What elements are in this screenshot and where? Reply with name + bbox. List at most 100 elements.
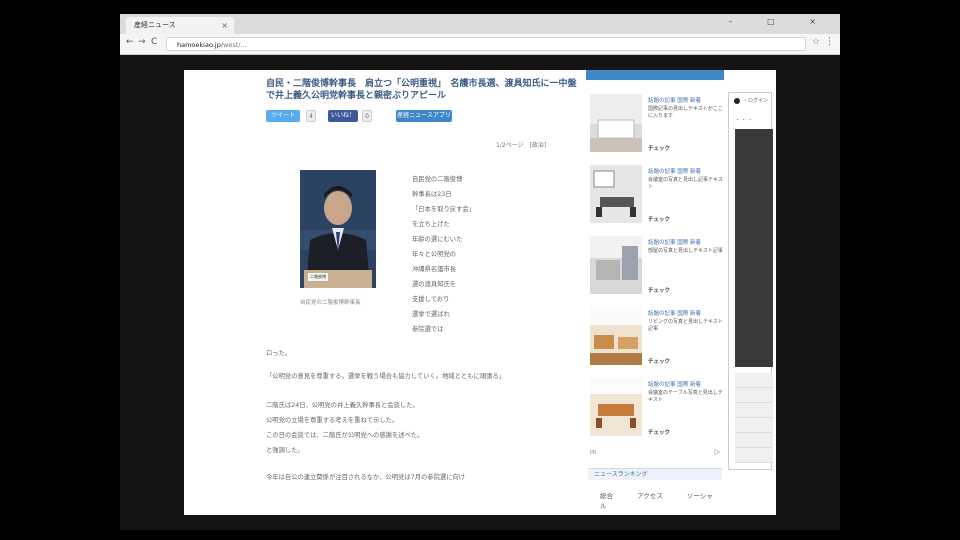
panel-row[interactable] bbox=[735, 433, 773, 448]
body-line: 二階氏は24日、公明党の井上義久幹事長と会談した。 bbox=[266, 402, 419, 409]
panel-row[interactable] bbox=[735, 418, 773, 433]
news-cta: チェック bbox=[648, 430, 671, 436]
news-title: 会議室のテーブル写真と見出しテキスト bbox=[648, 390, 723, 403]
ad-info-icon[interactable]: ▷ bbox=[715, 448, 720, 456]
body-line: と強調した。 bbox=[266, 447, 304, 454]
news-cta: チェック bbox=[648, 359, 671, 365]
article-body-main: ロった。 「公明党の意見を尊重する。選挙を戦う場合も協力していく。地域とともに頑… bbox=[266, 346, 580, 485]
body-line: 支援しており bbox=[412, 296, 450, 303]
news-title: リビングの写真と見出しテキスト記事 bbox=[648, 319, 723, 332]
sidebar-news-item[interactable]: 話題の記事 国際 新着 会議室のテーブル写真と見出しテキスト チェック bbox=[590, 378, 724, 440]
news-cta: チェック bbox=[648, 146, 671, 152]
body-line: 参院選では bbox=[412, 326, 444, 333]
like-button[interactable]: いいね！ bbox=[328, 110, 358, 122]
panel-row[interactable] bbox=[735, 448, 773, 463]
body-line: 公明党の立場を尊重する考えを重ねて示した。 bbox=[266, 417, 399, 424]
back-icon[interactable]: ← bbox=[126, 37, 134, 47]
news-title: 国際記事の見出しテキストがここに入ります bbox=[648, 106, 723, 119]
news-category: 話題の記事 国際 新着 bbox=[648, 169, 701, 175]
sidebar-news-item[interactable]: 話題の記事 国際 新着 部屋の写真と見出しテキスト記事 チェック bbox=[590, 236, 724, 298]
panel-row[interactable] bbox=[735, 403, 773, 418]
news-cta: チェック bbox=[648, 288, 671, 294]
url-path: /west/... bbox=[220, 41, 247, 49]
news-thumbnail bbox=[590, 165, 642, 223]
body-line: 選の渡具知氏を bbox=[412, 281, 457, 288]
page-viewport: 自民・二階俊博幹事長 肩立つ「公明重視」 名護市長選、渡具知氏に一中盤で井上義久… bbox=[120, 55, 840, 530]
sidebar: 産経ニュース 注目の記事 話題の記事 国際 新着 国際記事の見出しテキストがここ… bbox=[586, 70, 724, 515]
news-title: 部屋の写真と見出しテキスト記事 bbox=[648, 248, 723, 254]
sidebar-news-item[interactable]: 話題の記事 国際 新着 会議室の写真と見出し記事テキスト チェック bbox=[590, 165, 724, 227]
panel-title[interactable]: ・ログイン bbox=[743, 97, 768, 104]
body-line: この日の会談では、二階氏が公明党への感謝を述べた。 bbox=[266, 432, 424, 439]
tweet-count: 4 bbox=[306, 110, 316, 122]
browser-menu-icon[interactable]: ⋮ bbox=[825, 37, 834, 47]
tab-close-icon[interactable]: × bbox=[221, 17, 228, 34]
panel-rows bbox=[735, 373, 773, 463]
right-floating-panel: ・ログイン ・・・ bbox=[728, 92, 773, 470]
like-count: 0 bbox=[362, 110, 372, 122]
body-line: 年齢の選にむいた bbox=[412, 236, 463, 243]
body-line: 今年は自公の連立関係が注目されるなか、公明党は7月の参院選に向け bbox=[266, 474, 466, 481]
panel-row[interactable] bbox=[735, 388, 773, 403]
office-photo-icon bbox=[590, 236, 642, 294]
news-thumbnail bbox=[590, 94, 642, 152]
body-line: ロった。 bbox=[266, 350, 292, 357]
article-photo: 二階俊博 bbox=[300, 170, 376, 288]
browser-window: 産経ニュース × – □ × ← → C hamoekiao.jp/west/.… bbox=[120, 14, 840, 530]
sidebar-news-item[interactable]: 話題の記事 国際 新着 国際記事の見出しテキストがここに入ります チェック bbox=[590, 94, 724, 156]
photo-caption: 自民党の二階俊博幹事長 bbox=[300, 300, 361, 306]
article-figure: 二階俊博 自民党の二階俊博幹事長 bbox=[300, 170, 376, 306]
article-meta: 1/2ページ [政治] bbox=[496, 142, 547, 149]
sidebar-pr-note: PR bbox=[590, 450, 597, 456]
article: 自民・二階俊博幹事長 肩立つ「公明重視」 名護市長選、渡具知氏に一中盤で井上義久… bbox=[266, 78, 582, 481]
panel-row[interactable] bbox=[735, 373, 773, 388]
app-button[interactable]: 産経ニュースアプリ bbox=[396, 110, 452, 122]
body-line: を立ち上げた bbox=[412, 221, 450, 228]
sidebar-banner[interactable]: 産経ニュース 注目の記事 bbox=[586, 70, 724, 87]
panel-dark-area bbox=[735, 129, 773, 367]
body-line: 幹事長は23日 bbox=[412, 191, 452, 198]
ranking-header[interactable]: ニュースランキング bbox=[588, 468, 722, 480]
url-field[interactable]: hamoekiao.jp/west/... bbox=[166, 37, 806, 51]
photo-nameplate: 二階俊博 bbox=[310, 274, 326, 279]
forward-icon[interactable]: → bbox=[138, 37, 146, 47]
article-headline: 自民・二階俊博幹事長 肩立つ「公明重視」 名護市長選、渡具知氏に一中盤で井上義久… bbox=[266, 79, 577, 101]
tab-access[interactable]: アクセス bbox=[637, 492, 663, 500]
browser-tab[interactable]: 産経ニュース × bbox=[126, 17, 234, 34]
article-body-side: 自民党の二階俊博 幹事長は23日 「日本を取り戻す会」 を立ち上げた 年齢の選に… bbox=[412, 172, 582, 337]
tab-bar: 産経ニュース × – □ × bbox=[120, 14, 840, 34]
news-thumbnail bbox=[590, 307, 642, 365]
tab-overall[interactable]: 総合 bbox=[600, 492, 613, 500]
window-controls[interactable]: – □ × bbox=[729, 17, 832, 26]
sidebar-news-item[interactable]: 話題の記事 国際 新着 リビングの写真と見出しテキスト記事 チェック bbox=[590, 307, 724, 369]
news-thumbnail bbox=[590, 378, 642, 436]
ranking-tabs: 総合 アクセス ソーシャル bbox=[600, 490, 724, 510]
news-category: 話題の記事 国際 新着 bbox=[648, 98, 701, 104]
news-thumbnail bbox=[590, 236, 642, 294]
body-line: 「公明党の意見を尊重する。選挙を戦う場合も協力していく。地域とともに頑張る」 bbox=[266, 373, 506, 380]
tab-title: 産経ニュース bbox=[134, 21, 176, 29]
body-line: 選挙で選ばれ bbox=[412, 311, 450, 318]
bookmark-star-icon[interactable]: ☆ bbox=[812, 37, 820, 47]
user-dot-icon bbox=[734, 98, 740, 104]
address-bar: ← → C hamoekiao.jp/west/... ☆ ⋮ bbox=[120, 34, 840, 55]
sidebar-banner-label: 産経ニュース 注目の記事 bbox=[604, 81, 664, 87]
body-line: 自民党の二階俊博 bbox=[412, 176, 463, 183]
news-cta: チェック bbox=[648, 217, 671, 223]
news-title: 会議室の写真と見出し記事テキスト bbox=[648, 177, 723, 190]
living-room-photo-icon bbox=[590, 307, 642, 365]
conference-table-photo-icon bbox=[590, 378, 642, 436]
news-category: 話題の記事 国際 新着 bbox=[648, 311, 701, 317]
room-photo-icon bbox=[590, 94, 642, 152]
news-category: 話題の記事 国際 新着 bbox=[648, 240, 701, 246]
tweet-button[interactable]: ツイート bbox=[266, 110, 300, 122]
reload-icon[interactable]: C bbox=[151, 37, 157, 47]
body-line: 「日本を取り戻す会」 bbox=[412, 206, 475, 213]
panel-small-text: ・・・ bbox=[735, 118, 755, 123]
meeting-room-photo-icon bbox=[590, 165, 642, 223]
person-photo-icon bbox=[300, 170, 376, 288]
web-page: 自民・二階俊博幹事長 肩立つ「公明重視」 名護市長選、渡具知氏に一中盤で井上義久… bbox=[184, 70, 776, 515]
share-bar: ツイート 4 いいね！ 0 産経ニュースアプリ bbox=[266, 110, 582, 124]
body-line: 年々と公明党の bbox=[412, 251, 457, 258]
body-line: 沖縄県名護市長 bbox=[412, 266, 457, 273]
